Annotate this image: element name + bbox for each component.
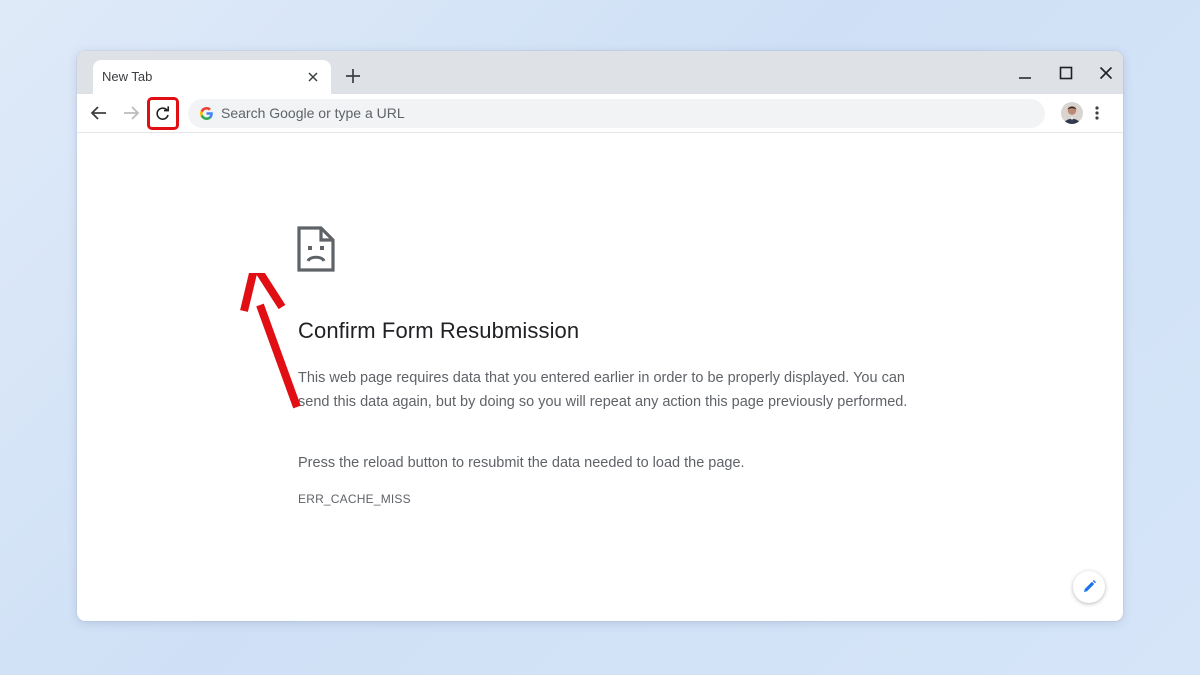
omnibox[interactable] <box>188 99 1045 128</box>
tab-close-icon[interactable] <box>303 67 323 87</box>
minimize-icon[interactable] <box>1013 61 1037 85</box>
toolbar <box>77 94 1123 133</box>
reload-icon <box>156 106 169 120</box>
page-title: Confirm Form Resubmission <box>298 318 580 343</box>
tab-strip: New Tab <box>77 51 1123 94</box>
pencil-icon <box>1084 580 1096 592</box>
reload-button[interactable] <box>147 97 179 130</box>
sad-page-icon <box>297 226 335 272</box>
error-code: ERR_CACHE_MISS <box>298 492 411 506</box>
tab-title: New Tab <box>102 69 153 84</box>
annotation-arrow <box>240 273 301 409</box>
profile-avatar[interactable] <box>1061 102 1083 124</box>
tab-new-tab[interactable]: New Tab <box>93 60 331 94</box>
maximize-icon[interactable] <box>1054 61 1078 85</box>
browser-window: New Tab Search Google or type a URL Conf… <box>77 51 1123 621</box>
customize-button[interactable] <box>1073 571 1105 603</box>
error-description: This web page requires data that you ent… <box>298 370 908 410</box>
page-content: Confirm Form Resubmission This web page … <box>77 133 1123 621</box>
new-tab-plus-icon[interactable] <box>341 64 365 88</box>
search-input[interactable] <box>221 105 921 121</box>
window-close-icon[interactable] <box>1094 61 1118 85</box>
arrow-left-icon[interactable] <box>87 101 111 125</box>
reload-hint: Press the reload button to resubmit the … <box>298 455 745 471</box>
kebab-menu-icon[interactable] <box>1087 101 1107 125</box>
google-g-icon <box>200 107 213 120</box>
arrow-right-icon[interactable] <box>119 101 143 125</box>
